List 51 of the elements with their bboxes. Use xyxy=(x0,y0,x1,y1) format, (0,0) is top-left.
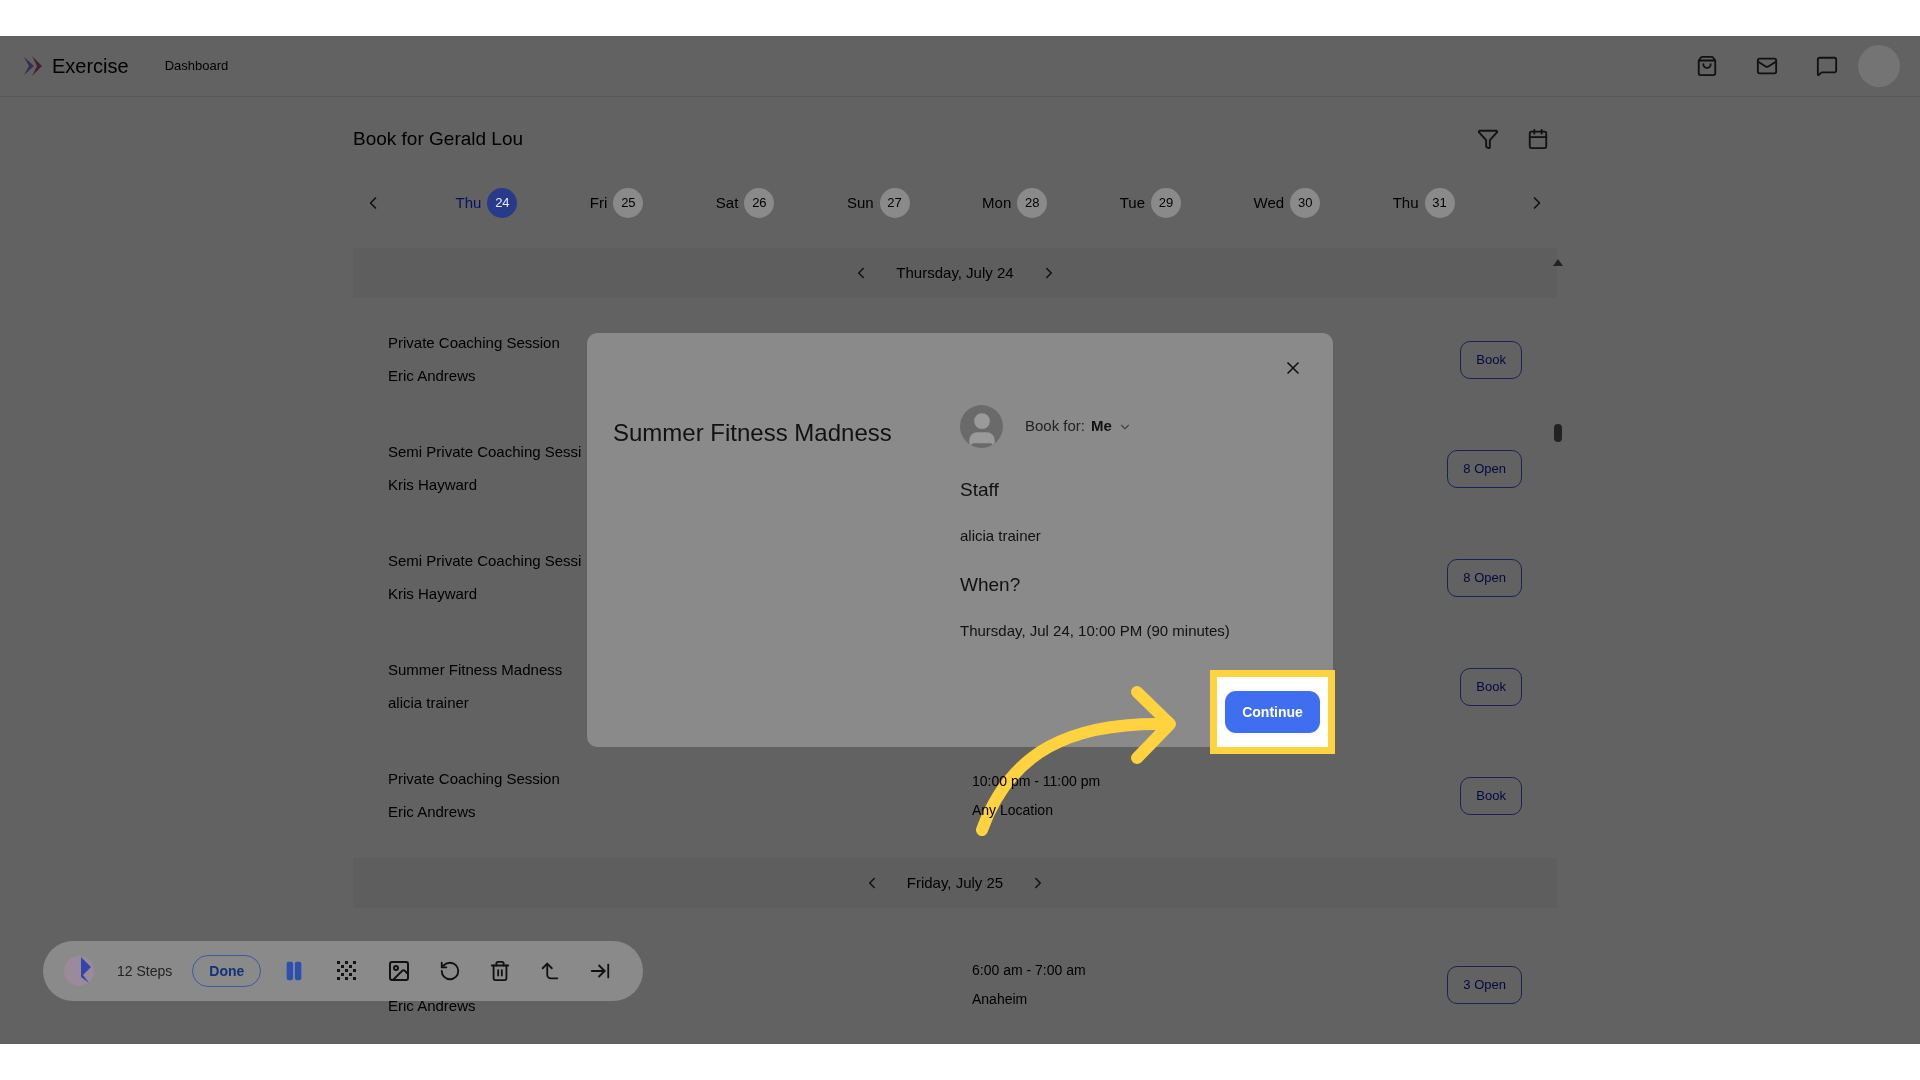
undo-icon[interactable] xyxy=(439,960,462,982)
session-staff: Eric Andrews xyxy=(388,996,476,1017)
session-action-button[interactable]: 3 Open xyxy=(1447,965,1522,1004)
session-action-button[interactable]: Book xyxy=(1460,776,1522,815)
app-name: Exercise xyxy=(52,54,129,79)
day-tab[interactable]: Mon 28 xyxy=(982,188,1048,218)
session-time: 6:00 am - 7:00 am xyxy=(972,960,1086,980)
session-staff: Kris Hayward xyxy=(388,474,478,495)
session-action-button[interactable]: 8 Open xyxy=(1447,449,1522,488)
day-tab[interactable]: Tue 29 xyxy=(1119,188,1182,218)
filter-icon[interactable] xyxy=(1477,128,1499,150)
image-icon[interactable] xyxy=(387,959,412,983)
session-datetime: Thursday, Jul 24, 10:00 PM (90 minutes) xyxy=(960,620,1230,641)
session-location: Anaheim xyxy=(972,989,1028,1009)
session-action-button[interactable]: Book xyxy=(1460,667,1522,706)
user-avatar-icon xyxy=(960,405,1003,448)
session-action-button[interactable]: Book xyxy=(1460,340,1522,379)
bag-icon[interactable] xyxy=(1696,55,1718,77)
when-heading: When? xyxy=(960,573,1021,597)
mail-icon[interactable] xyxy=(1756,55,1778,77)
session-title: Semi Private Coaching Sessi xyxy=(388,442,582,462)
staff-name: alicia trainer xyxy=(960,525,1041,546)
delete-icon[interactable] xyxy=(489,960,512,982)
day-tab[interactable]: Sun 27 xyxy=(846,188,910,218)
scrollbar-thumb[interactable] xyxy=(1554,424,1562,442)
session-staff: Kris Hayward xyxy=(388,583,478,604)
day-tab[interactable]: Thu 31 xyxy=(1392,188,1455,218)
day-title: Friday, July 25 xyxy=(906,872,1004,893)
chat-icon[interactable] xyxy=(1816,55,1838,77)
session-title: Private Coaching Session xyxy=(388,333,560,353)
book-for-dropdown[interactable]: Me xyxy=(1091,415,1132,438)
session-title: Summer Fitness Madness xyxy=(388,660,563,680)
day-tab[interactable]: Thu 24 xyxy=(455,188,518,218)
session-staff: Eric Andrews xyxy=(388,801,476,822)
session-staff: Eric Andrews xyxy=(388,365,476,386)
session-location: Any Location xyxy=(972,800,1053,820)
page-title: Book for Gerald Lou xyxy=(353,126,524,151)
scroll-up-icon[interactable] xyxy=(1553,259,1563,266)
session-staff: alicia trainer xyxy=(388,692,469,713)
steps-count: 12 Steps xyxy=(117,961,173,981)
book-for-label: Book for: xyxy=(1025,416,1086,437)
day-tab[interactable]: Wed 30 xyxy=(1253,188,1321,218)
calendar-icon[interactable] xyxy=(1527,128,1549,150)
continue-button[interactable]: Continue xyxy=(1225,691,1320,733)
dialog-title: Summer Fitness Madness xyxy=(613,418,893,448)
staff-heading: Staff xyxy=(960,478,999,502)
session-title: Semi Private Coaching Sessi xyxy=(388,551,582,571)
session-title: Private Coaching Session xyxy=(388,769,560,789)
day-title: Thursday, July 24 xyxy=(896,262,1014,283)
session-action-button[interactable]: 8 Open xyxy=(1447,558,1522,597)
dashboard-link[interactable]: Dashboard xyxy=(164,56,229,76)
